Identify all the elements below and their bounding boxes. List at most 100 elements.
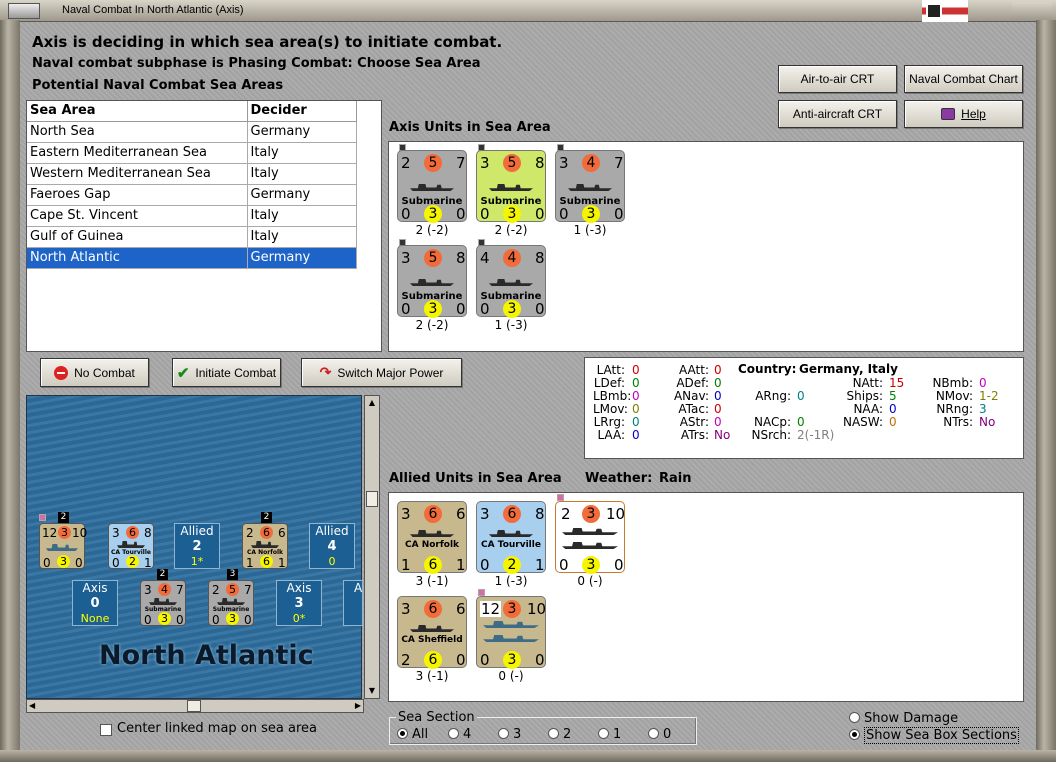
allied-unit-carrier[interactable]: 12 3 10 0 3 0	[476, 596, 546, 669]
scroll-down-icon[interactable]: ▼	[367, 686, 377, 696]
table-row[interactable]: Eastern Mediterranean Sea Italy	[27, 142, 357, 164]
unit-defense-circle: 3	[503, 300, 521, 318]
sea-section-option-1[interactable]: 1	[598, 727, 621, 742]
submarine-icon	[149, 598, 177, 605]
unit-defense-circle: 3	[503, 651, 521, 669]
unit-marker	[39, 514, 46, 521]
map-allied-unit[interactable]: 3 6 8 CA Tourville 0 2 1	[108, 523, 154, 570]
naval-combat-chart-button[interactable]: Naval Combat Chart	[904, 65, 1023, 93]
unit-caption: 2 (-2)	[415, 318, 449, 332]
unit-stat: 1	[535, 556, 545, 574]
stat-label: LDef:	[593, 376, 625, 390]
stat-label: NACp:	[753, 415, 791, 429]
center-map-checkbox[interactable]	[100, 724, 112, 736]
axis-unit-submarine[interactable]: 3 4 7 Submarine 0 3 0	[555, 150, 625, 223]
unit-caption: 0 (-)	[577, 574, 603, 588]
table-row[interactable]: Faeroes Gap Germany	[27, 184, 357, 206]
show-damage-option[interactable]: Show Damage	[849, 711, 958, 726]
submarine-icon	[410, 279, 454, 286]
sea-section-option-all[interactable]: All	[397, 727, 428, 742]
allied-section-box[interactable]: Allied 2 1*	[174, 523, 220, 569]
unit-defense-circle: 2	[126, 555, 139, 568]
axis-unit-submarine[interactable]: 3 5 8 Submarine 0 3 0	[476, 150, 546, 223]
column-header-sea-area[interactable]: Sea Area	[27, 101, 248, 122]
unit-stat: 1	[246, 556, 254, 570]
unit-defense-circle: 3	[57, 555, 70, 568]
scroll-right-icon[interactable]: ▶	[355, 701, 361, 710]
table-row[interactable]: Western Mediterranean Sea Italy	[27, 163, 357, 185]
map-axis-unit[interactable]: 3 4 7 Submarine 0 3 0	[140, 580, 186, 627]
unit-stats-panel: LAtt: 0 LDef: 0 LBmb: 0 LMov: 0 LRrg: 0 …	[584, 357, 1024, 459]
right-frame	[1036, 20, 1056, 754]
help-button[interactable]: Help	[904, 100, 1023, 128]
show-sea-box-sections-option[interactable]: Show Sea Box Sections	[849, 727, 1019, 744]
scroll-thumb[interactable]	[366, 491, 378, 507]
bottom-frame	[0, 750, 1056, 762]
box-title: Allied	[180, 524, 214, 538]
allied-section-box[interactable]: Allied 4 0	[309, 523, 355, 569]
allied-unit-ca-sheffield[interactable]: 3 6 6 CA Sheffield 2 6 0	[397, 596, 467, 669]
stat-label: NTrs:	[943, 415, 973, 429]
table-row[interactable]: Gulf of Guinea Italy	[27, 226, 357, 248]
allied-unit-ca-tourville[interactable]: 3 6 8 CA Tourville 0 2 1	[476, 501, 546, 574]
sea-section-option-0[interactable]: 0	[648, 727, 671, 742]
sea-area-list[interactable]: Sea Area Decider North Sea Germany Easter…	[26, 100, 382, 352]
stat-value: 0	[714, 402, 722, 416]
map-horizontal-scrollbar[interactable]: ◀ ▶	[26, 699, 364, 713]
stat-value: 0	[714, 415, 722, 429]
map-allied-unit[interactable]: 2 6 6 CA Norfolk 1 6 1	[242, 523, 288, 570]
unit-attack-circle: 6	[424, 505, 442, 523]
unit-attack-circle: 3	[582, 505, 600, 523]
scroll-thumb[interactable]	[187, 700, 201, 712]
sea-section-option-2[interactable]: 2	[548, 727, 571, 742]
unit-stat: 0	[614, 556, 624, 574]
sea-section-option-3[interactable]: 3	[498, 727, 521, 742]
axis-section-box[interactable]: Axis 3 0*	[276, 580, 322, 626]
switch-arrow-icon: ↷	[319, 364, 332, 380]
stat-value: 0	[632, 415, 640, 429]
sea-area-map[interactable]: 2 12 3 10 0 3 0 3 6 8 CA Tourville 0 2 1…	[26, 395, 363, 699]
table-row-selected[interactable]: North Atlantic Germany	[27, 247, 357, 269]
initiate-combat-button[interactable]: ✔ Initiate Combat	[172, 358, 281, 387]
unit-attack-circle: 5	[424, 154, 442, 172]
unit-attack-circle: 4	[158, 583, 171, 596]
unit-stat: 12	[42, 526, 58, 540]
unit-stat: 0	[456, 651, 466, 669]
table-row[interactable]: Cape St. Vincent Italy	[27, 205, 357, 227]
unit-caption: 1 (-3)	[494, 574, 528, 588]
map-vertical-scrollbar[interactable]: ▲ ▼	[364, 395, 380, 699]
allied-unit-ca-norfolk[interactable]: 3 6 6 CA Norfolk 1 6 1	[397, 501, 467, 574]
unit-stat: 3	[112, 526, 120, 540]
scroll-left-icon[interactable]: ◀	[29, 701, 35, 710]
map-allied-unit[interactable]: 12 3 10 0 3 0	[39, 523, 87, 570]
allied-unit-transport[interactable]: 2 3 10 0 3 0	[555, 501, 625, 574]
axis-section-box[interactable]: Axis 0 None	[72, 580, 118, 626]
table-row[interactable]: North Sea Germany	[27, 121, 357, 143]
axis-unit-submarine[interactable]: 2 5 7 Submarine 0 3 0	[397, 150, 467, 223]
unit-stat: 6	[456, 505, 466, 523]
axis-section-box-partial[interactable]: A	[343, 580, 363, 626]
left-frame	[0, 20, 20, 754]
unit-caption: 2 (-2)	[415, 223, 449, 237]
no-combat-button[interactable]: No Combat	[40, 358, 149, 387]
axis-unit-submarine[interactable]: 4 4 8 Submarine 0 3 0	[476, 245, 546, 318]
anti-aircraft-label: Anti-aircraft CRT	[792, 107, 883, 121]
unit-attack-circle: 4	[582, 154, 600, 172]
sea-area-cell: North Atlantic	[27, 247, 248, 269]
anti-aircraft-crt-button[interactable]: Anti-aircraft CRT	[778, 100, 897, 128]
axis-unit-submarine[interactable]: 3 5 8 Submarine 0 3 0	[397, 245, 467, 318]
air-to-air-crt-button[interactable]: Air-to-air CRT	[778, 65, 897, 93]
unit-stat: 8	[535, 154, 545, 172]
map-axis-unit[interactable]: 2 5 7 Submarine 0 3 0	[208, 580, 254, 627]
checkmark-icon: ✔	[176, 364, 190, 382]
column-header-decider[interactable]: Decider	[247, 101, 357, 122]
stat-value: 15	[889, 376, 905, 390]
unit-stat: 6	[278, 526, 286, 540]
unit-defense-circle: 3	[158, 612, 171, 625]
sea-section-option-4[interactable]: 4	[448, 727, 471, 742]
scroll-up-icon[interactable]: ▲	[367, 398, 377, 408]
window-controls[interactable]	[1012, 2, 1052, 20]
switch-major-power-button[interactable]: ↷ Switch Major Power	[301, 358, 462, 387]
stat-label: ATac:	[678, 402, 709, 416]
system-menu-button[interactable]	[8, 3, 40, 19]
